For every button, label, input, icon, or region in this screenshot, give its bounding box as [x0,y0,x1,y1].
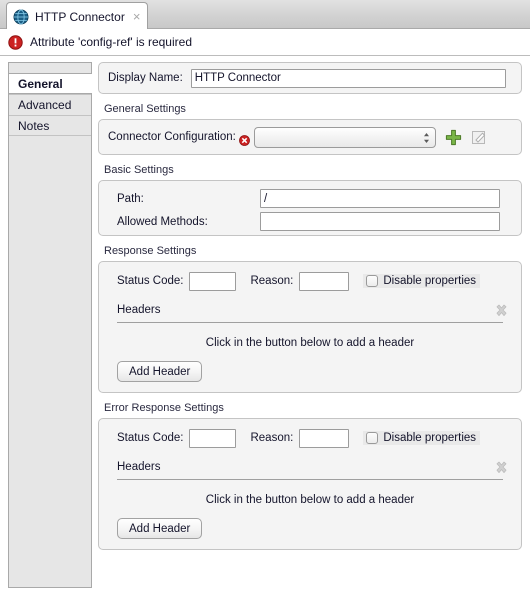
settings-content: Display Name: General Settings Connector… [98,62,522,550]
response-headers-label: Headers [117,304,161,316]
close-icon[interactable]: × [133,10,141,23]
error-response-disable-properties-label: Disable properties [383,432,477,444]
response-headers-hint: Click in the button below to add a heade… [205,337,415,349]
connector-configuration-select[interactable] [253,126,436,148]
response-headers-divider [117,322,503,323]
delete-header-icon [493,459,510,476]
sidebar-item-notes[interactable]: Notes [9,115,91,136]
error-response-add-header-button[interactable]: Add Header [117,518,203,539]
response-disable-properties-label: Disable properties [383,275,477,287]
response-disable-properties-checkbox[interactable]: Disable properties [363,274,481,288]
path-row: Path: [108,187,512,210]
response-status-code-label: Status Code: [117,275,184,287]
error-response-status-code-label: Status Code: [117,432,184,444]
error-response-settings-panel: Status Code: Reason: Disable properties … [98,418,522,550]
globe-icon [13,9,29,25]
error-response-headers-hint: Click in the button below to add a heade… [205,494,415,506]
display-name-input[interactable] [190,68,506,88]
response-reason-label: Reason: [250,275,294,287]
required-error-icon [238,134,250,146]
chevron-updown-icon [423,131,430,145]
basic-settings-panel: Path: Allowed Methods: [98,180,522,236]
tab-bar: HTTP Connector × [0,0,530,30]
response-settings-group-label: Response Settings [104,245,197,257]
response-status-code-input[interactable] [189,271,237,291]
error-response-headers-divider [117,479,503,480]
error-response-status-row: Status Code: Reason: Disable properties [108,427,512,449]
path-input[interactable] [260,189,500,208]
add-config-button[interactable] [445,129,462,146]
edit-config-button [471,129,488,146]
delete-header-icon [493,302,510,319]
general-settings-group-label: General Settings [104,103,186,115]
response-status-row: Status Code: Reason: Disable properties [108,270,512,292]
error-message: Attribute 'config-ref' is required [30,35,192,49]
sidebar-item-general[interactable]: General [9,73,92,94]
error-response-headers-label: Headers [117,461,161,473]
error-icon [8,34,23,50]
error-response-reason-input[interactable] [299,428,350,448]
checkbox-box-icon [366,275,379,287]
display-name-panel: Display Name: [98,62,522,94]
connector-configuration-label: Connector Configuration: [108,131,236,143]
sidebar-item-advanced[interactable]: Advanced [9,94,91,115]
tab-label: HTTP Connector [35,9,125,24]
response-settings-panel: Status Code: Reason: Disable properties … [98,261,522,393]
checkbox-box-icon [366,432,379,444]
display-name-label: Display Name: [108,72,183,84]
error-response-headers-row: Headers [117,458,510,476]
response-reason-input[interactable] [299,271,350,291]
error-response-settings-group-label: Error Response Settings [104,402,224,414]
general-settings-panel: Connector Configuration: [98,119,522,155]
error-response-status-code-input[interactable] [189,428,237,448]
allowed-methods-row: Allowed Methods: [108,210,512,233]
error-response-disable-properties-checkbox[interactable]: Disable properties [363,431,481,445]
response-add-header-button[interactable]: Add Header [117,361,203,382]
tab-http-connector[interactable]: HTTP Connector × [6,2,149,30]
settings-sidebar: General Advanced Notes [8,62,92,588]
path-label: Path: [117,192,144,205]
allowed-methods-label: Allowed Methods: [117,215,208,228]
error-response-reason-label: Reason: [250,432,294,444]
error-banner: Attribute 'config-ref' is required [0,29,530,56]
basic-settings-group-label: Basic Settings [104,164,174,176]
allowed-methods-input[interactable] [260,212,500,231]
response-headers-row: Headers [117,301,510,319]
